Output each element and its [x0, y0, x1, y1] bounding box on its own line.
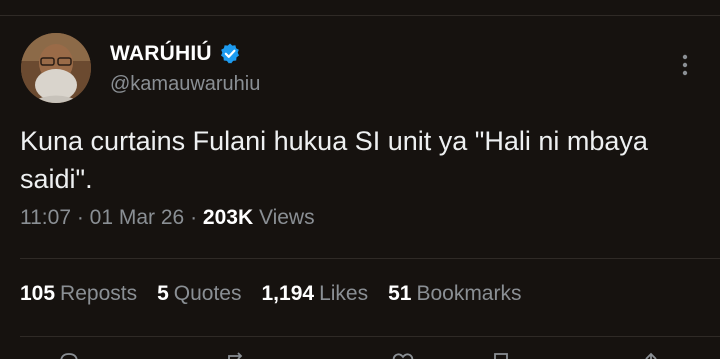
more-vertical-icon: [682, 54, 688, 76]
bookmarks-label: Bookmarks: [416, 282, 522, 305]
author-display-name[interactable]: WARÚHIÚ: [110, 42, 212, 66]
quotes-stat[interactable]: 5 Quotes: [157, 282, 241, 306]
meta-separator: ·: [76, 206, 90, 229]
engagement-stats: 105 Reposts 5 Quotes 1,194 Likes 51 Bookmark…: [20, 282, 521, 306]
quotes-count: 5: [157, 282, 169, 305]
bookmarks-count: 51: [388, 282, 412, 305]
reposts-stat[interactable]: 105 Reposts: [20, 282, 137, 306]
like-icon[interactable]: [392, 352, 414, 359]
author-name-row: WARÚHIÚ: [110, 42, 242, 66]
reposts-label: Reposts: [60, 282, 138, 305]
likes-stat[interactable]: 1,194 Likes: [262, 282, 369, 306]
views-label: Views: [258, 206, 315, 229]
top-divider: [0, 15, 720, 16]
action-bar: [0, 346, 720, 359]
reposts-count: 105: [20, 282, 56, 305]
author-handle[interactable]: @kamauwaruhiu: [110, 73, 260, 96]
bookmark-icon[interactable]: [490, 352, 512, 359]
tweet-text: Kuna curtains Fulani hukua SI unit ya "H…: [20, 126, 648, 194]
bookmarks-stat[interactable]: 51 Bookmarks: [388, 282, 521, 306]
reply-icon[interactable]: [58, 352, 80, 359]
quotes-label: Quotes: [173, 282, 242, 305]
tweet-meta: 11:07 · 01 Mar 26 · 203K Views: [20, 206, 315, 230]
likes-label: Likes: [319, 282, 369, 305]
avatar[interactable]: [21, 33, 91, 103]
tweet-date[interactable]: 01 Mar 26: [90, 206, 185, 229]
tweet-detail: WARÚHIÚ @kamauwaruhiu Kuna curtains Fula…: [0, 0, 720, 359]
meta-separator: ·: [190, 206, 203, 229]
likes-count: 1,194: [261, 282, 315, 305]
more-options-button[interactable]: [672, 50, 698, 80]
verified-badge-icon: [218, 42, 242, 66]
avatar-photo-icon: [21, 33, 91, 103]
share-icon[interactable]: [640, 352, 662, 359]
stats-top-divider: [20, 258, 720, 259]
views-count: 203K: [202, 206, 254, 229]
repost-icon[interactable]: [225, 352, 247, 359]
stats-bottom-divider: [20, 336, 720, 337]
tweet-time[interactable]: 11:07: [20, 206, 71, 229]
